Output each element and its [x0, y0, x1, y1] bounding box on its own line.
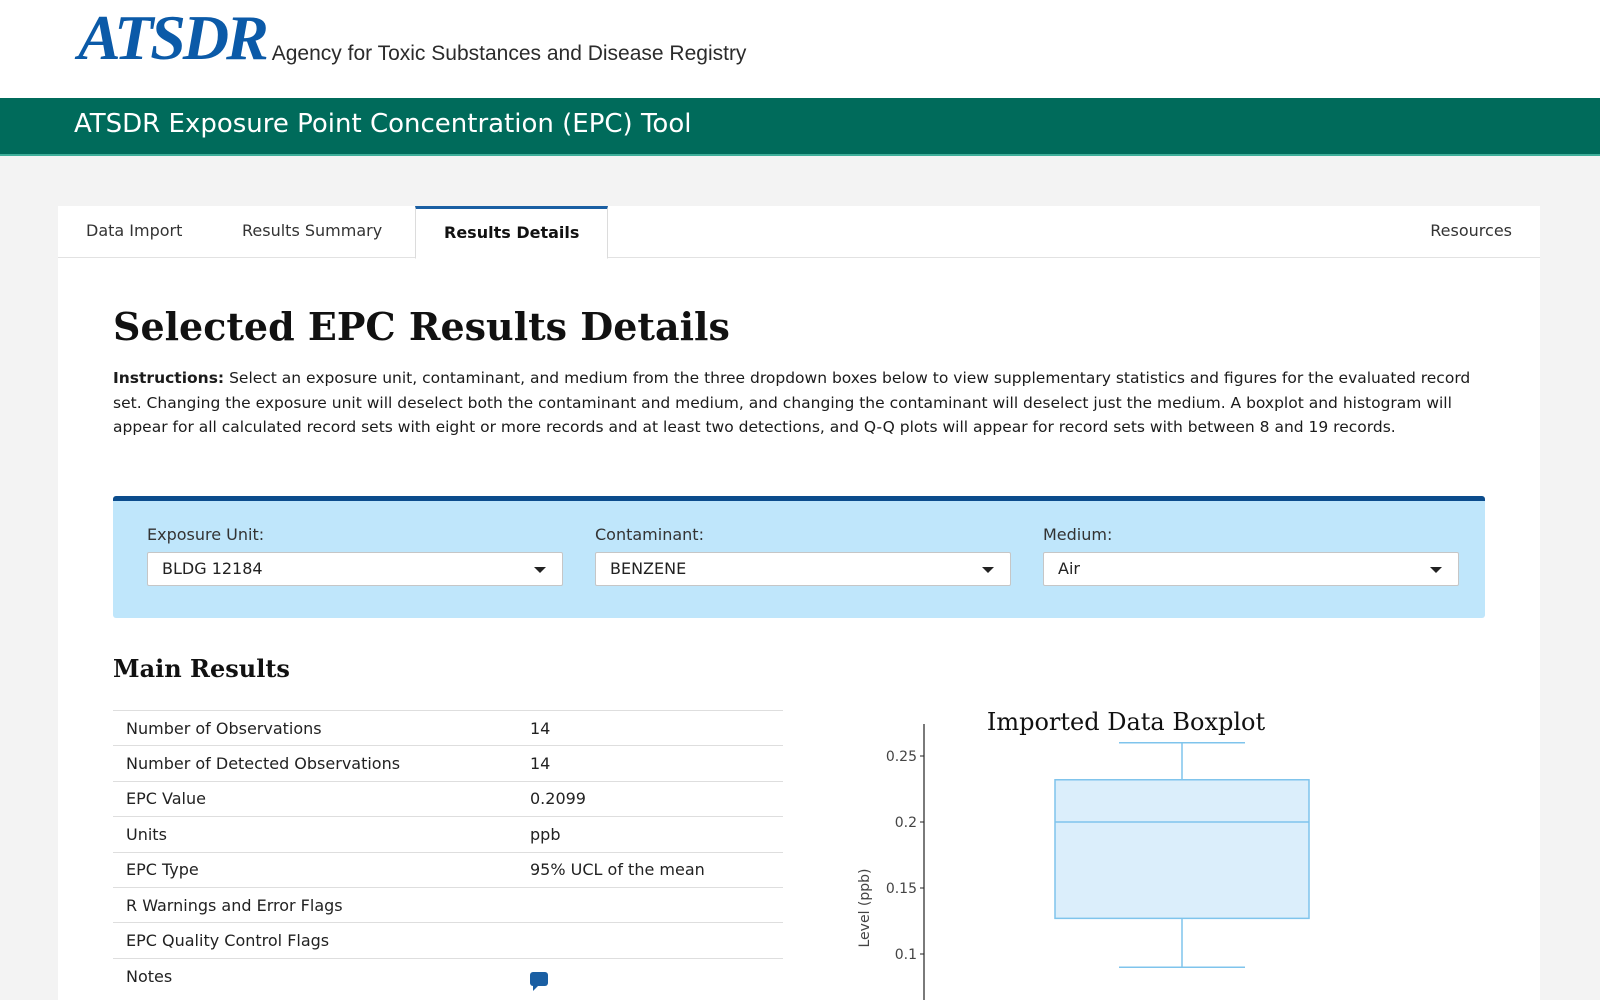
- boxplot-chart: Imported Data Boxplot Level (ppb) 0.10.1…: [857, 708, 1310, 1000]
- logo-subtitle: Agency for Toxic Substances and Disease …: [271, 42, 747, 65]
- medium-label: Medium:: [1043, 525, 1113, 544]
- tab-resources[interactable]: Resources: [1402, 206, 1540, 258]
- y-tick-label: 0.1: [895, 947, 917, 963]
- tab-results-details[interactable]: Results Details: [415, 206, 609, 259]
- box-iqr: [1054, 779, 1310, 920]
- box-series: [1054, 742, 1310, 968]
- instructions-text: Select an exposure unit, contaminant, an…: [113, 369, 1471, 436]
- tab-data-import[interactable]: Data Import: [58, 206, 210, 258]
- contaminant-label: Contaminant:: [595, 525, 704, 544]
- main-card: Data Import Results Summary Results Deta…: [58, 206, 1540, 1000]
- table-row: Number of Observations 14: [113, 709, 783, 746]
- row-value: 0.2099: [517, 780, 783, 817]
- row-value: [517, 957, 783, 994]
- row-label: EPC Quality Control Flags: [113, 922, 517, 959]
- table-row: Units ppb: [113, 816, 783, 853]
- exposure-unit-select[interactable]: BLDG 12184: [147, 552, 563, 586]
- medium-value: Air: [1058, 559, 1080, 578]
- contaminant-select[interactable]: BENZENE: [595, 552, 1011, 586]
- contaminant-value: BENZENE: [610, 559, 687, 578]
- row-value: 14: [517, 745, 783, 782]
- chart-title: Imported Data Boxplot: [987, 708, 1266, 736]
- tab-results-summary[interactable]: Results Summary: [214, 206, 410, 258]
- table-row: EPC Quality Control Flags: [113, 922, 783, 959]
- chevron-down-icon: [534, 567, 546, 573]
- comment-icon[interactable]: [530, 971, 548, 991]
- app-banner: ATSDR Exposure Point Concentration (EPC)…: [0, 98, 1600, 156]
- table-row: R Warnings and Error Flags: [113, 886, 783, 923]
- app-title: ATSDR Exposure Point Concentration (EPC)…: [74, 109, 692, 139]
- y-axis-label: Level (ppb): [857, 869, 873, 948]
- row-label: R Warnings and Error Flags: [113, 886, 517, 923]
- exposure-unit-filter: Exposure Unit: BLDG 12184: [147, 525, 563, 586]
- atsdr-logo[interactable]: ATSDR Agency for Toxic Substances and Di…: [78, 2, 747, 73]
- main-results-table: Number of Observations 14 Number of Dete…: [113, 709, 783, 994]
- exposure-unit-label: Exposure Unit:: [147, 525, 265, 544]
- y-tick-label: 0.25: [886, 749, 917, 765]
- row-value: ppb: [517, 816, 783, 853]
- medium-filter: Medium: Air: [1043, 525, 1459, 586]
- site-header: ATSDR Agency for Toxic Substances and Di…: [0, 0, 1600, 98]
- row-label: Number of Observations: [113, 709, 517, 746]
- row-value: 14: [517, 709, 783, 746]
- row-label: Units: [113, 816, 517, 853]
- tab-bar: Data Import Results Summary Results Deta…: [58, 206, 1540, 259]
- row-value: [517, 922, 783, 959]
- filter-panel: Exposure Unit: BLDG 12184 Contaminant: B…: [113, 496, 1485, 618]
- y-tick-label: 0.15: [886, 881, 917, 897]
- row-value: 95% UCL of the mean: [517, 851, 783, 888]
- row-label: Number of Detected Observations: [113, 745, 517, 782]
- chevron-down-icon: [1430, 567, 1442, 573]
- medium-select[interactable]: Air: [1043, 552, 1459, 586]
- row-label: EPC Type: [113, 851, 517, 888]
- page-title: Selected EPC Results Details: [113, 304, 730, 349]
- exposure-unit-value: BLDG 12184: [162, 559, 263, 578]
- table-row: EPC Value 0.2099: [113, 780, 783, 817]
- table-row: Notes: [113, 957, 783, 994]
- logo-mark: ATSDR: [78, 2, 269, 73]
- instructions-label: Instructions:: [113, 369, 225, 387]
- chevron-down-icon: [982, 567, 994, 573]
- y-ticks: 0.1 0.15 0.2 0.25: [886, 749, 924, 963]
- table-row: EPC Type 95% UCL of the mean: [113, 851, 783, 888]
- y-tick-label: 0.2: [895, 815, 917, 831]
- row-label: Notes: [113, 957, 517, 994]
- table-row: Number of Detected Observations 14: [113, 745, 783, 782]
- main-results-title: Main Results: [113, 654, 290, 683]
- contaminant-filter: Contaminant: BENZENE: [595, 525, 1011, 586]
- instructions: Instructions: Select an exposure unit, c…: [113, 366, 1493, 440]
- row-value: [517, 886, 783, 923]
- row-label: EPC Value: [113, 780, 517, 817]
